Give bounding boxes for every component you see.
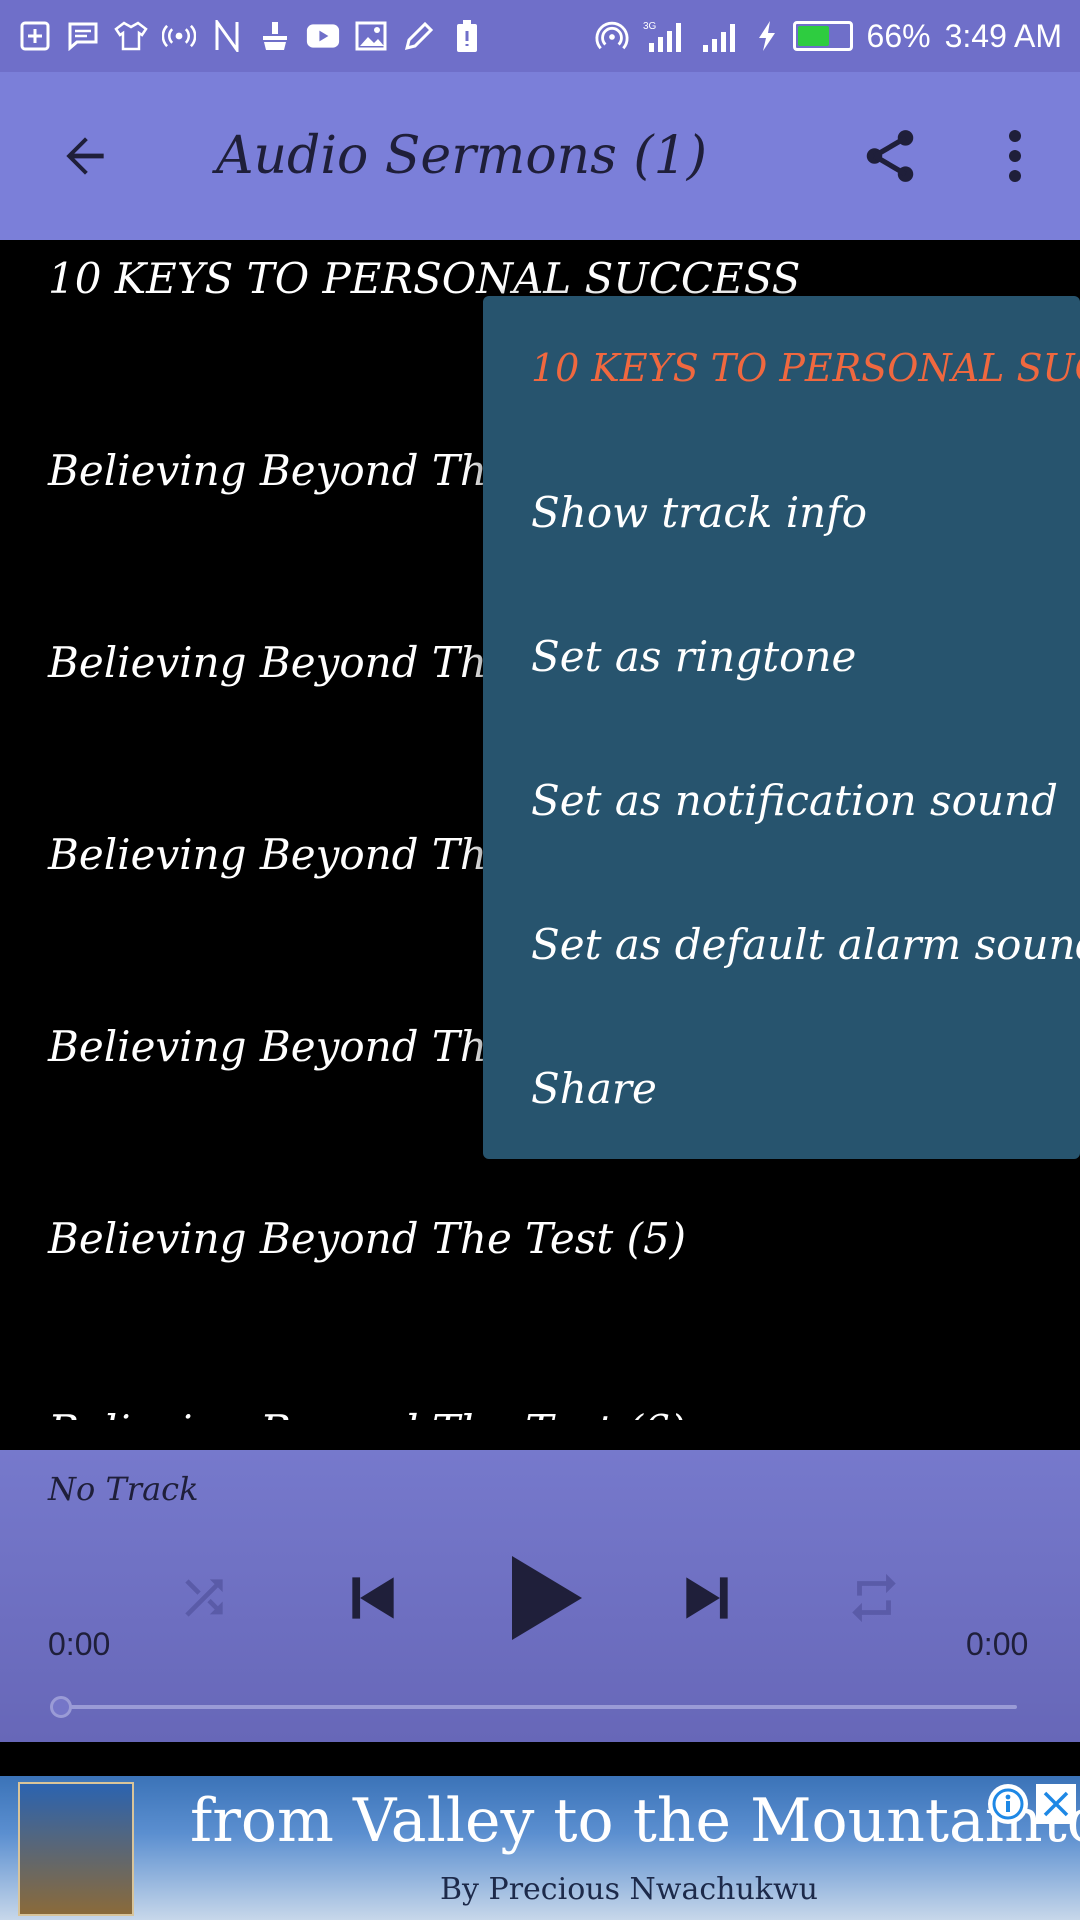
- ad-title: from Valley to the Mountaintop: [190, 1786, 1080, 1856]
- back-button[interactable]: [50, 121, 120, 191]
- skip-next-icon: [686, 1577, 728, 1619]
- battery-icon: [792, 21, 853, 51]
- svg-text:3G: 3G: [643, 21, 657, 32]
- ad-banner[interactable]: from Valley to the Mountaintop By Precio…: [0, 1776, 1080, 1920]
- play-icon: [512, 1556, 582, 1640]
- list-item[interactable]: Believing Beyond The T: [48, 446, 553, 495]
- seek-thumb[interactable]: [50, 1696, 72, 1718]
- elapsed-time: 0:00: [48, 1626, 111, 1662]
- message-icon: [66, 19, 100, 53]
- signal-icon: [701, 19, 741, 53]
- more-vert-icon: [1009, 130, 1021, 182]
- play-button[interactable]: [504, 1550, 588, 1646]
- broom-icon: [258, 19, 292, 53]
- list-item[interactable]: Believing Beyond The T: [48, 1022, 553, 1071]
- player-panel: No Track 0:00 0:00: [0, 1450, 1080, 1742]
- list-item[interactable]: Believing Beyond The T: [48, 830, 553, 879]
- hotspot-icon: [595, 19, 629, 53]
- app-bar: Audio Sermons (1): [0, 72, 1080, 240]
- seek-bar[interactable]: [62, 1705, 1017, 1709]
- charging-icon: [755, 19, 779, 53]
- close-icon: [1043, 1791, 1069, 1817]
- battery-percent: 66%: [866, 17, 931, 54]
- add-box-icon: [18, 19, 52, 53]
- shuffle-button[interactable]: [172, 1566, 236, 1630]
- arrow-back-icon: [66, 137, 104, 175]
- system-indicators: 3G 66% 3:49 AM: [595, 18, 1062, 55]
- status-bar: 3G 66% 3:49 AM: [0, 0, 1080, 72]
- info-icon: [992, 1788, 1024, 1820]
- youtube-icon: [306, 19, 340, 53]
- list-item[interactable]: Believing Beyond The T: [48, 638, 553, 687]
- menu-item-set-ringtone[interactable]: Set as ringtone: [531, 632, 856, 681]
- repeat-icon: [852, 1573, 896, 1623]
- menu-item-set-notification-sound[interactable]: Set as notification sound: [531, 776, 1058, 825]
- n-icon: [210, 19, 244, 53]
- page-title: Audio Sermons (1): [216, 126, 708, 186]
- shirt-icon: [114, 19, 148, 53]
- share-icon: [866, 130, 914, 182]
- repeat-button[interactable]: [842, 1566, 906, 1630]
- ad-book-cover: [18, 1782, 134, 1916]
- battery-level: [797, 26, 830, 46]
- context-menu: 10 KEYS TO PERSONAL SUC.. Show track inf…: [483, 296, 1080, 1159]
- previous-button[interactable]: [338, 1560, 408, 1636]
- next-button[interactable]: [672, 1560, 742, 1636]
- battery-saver-icon: [450, 19, 484, 53]
- menu-item-set-alarm-sound[interactable]: Set as default alarm sound: [531, 920, 1080, 969]
- share-button[interactable]: [850, 116, 930, 196]
- ad-subtitle: By Precious Nwachukwu: [440, 1872, 818, 1907]
- menu-item-show-track-info[interactable]: Show track info: [531, 488, 867, 537]
- now-playing-title: No Track: [48, 1470, 199, 1508]
- ad-info-button[interactable]: [988, 1784, 1028, 1824]
- skip-previous-icon: [352, 1577, 394, 1619]
- broadcast-icon: [162, 19, 196, 53]
- duration-time: 0:00: [966, 1626, 1029, 1662]
- menu-item-share[interactable]: Share: [531, 1064, 657, 1113]
- more-options-button[interactable]: [980, 116, 1050, 196]
- shuffle-icon: [185, 1579, 223, 1617]
- pen-icon: [402, 19, 436, 53]
- image-icon: [354, 19, 388, 53]
- menu-header-track-title: 10 KEYS TO PERSONAL SUC..: [531, 346, 1080, 390]
- list-item[interactable]: Believing Beyond The Test (5): [48, 1214, 686, 1263]
- signal-icon: 3G: [643, 19, 687, 53]
- notification-icons: [18, 19, 595, 53]
- clock: 3:49 AM: [944, 17, 1062, 54]
- ad-close-button[interactable]: [1036, 1784, 1076, 1824]
- list-item[interactable]: Believing Beyond The Test (6): [48, 1406, 686, 1420]
